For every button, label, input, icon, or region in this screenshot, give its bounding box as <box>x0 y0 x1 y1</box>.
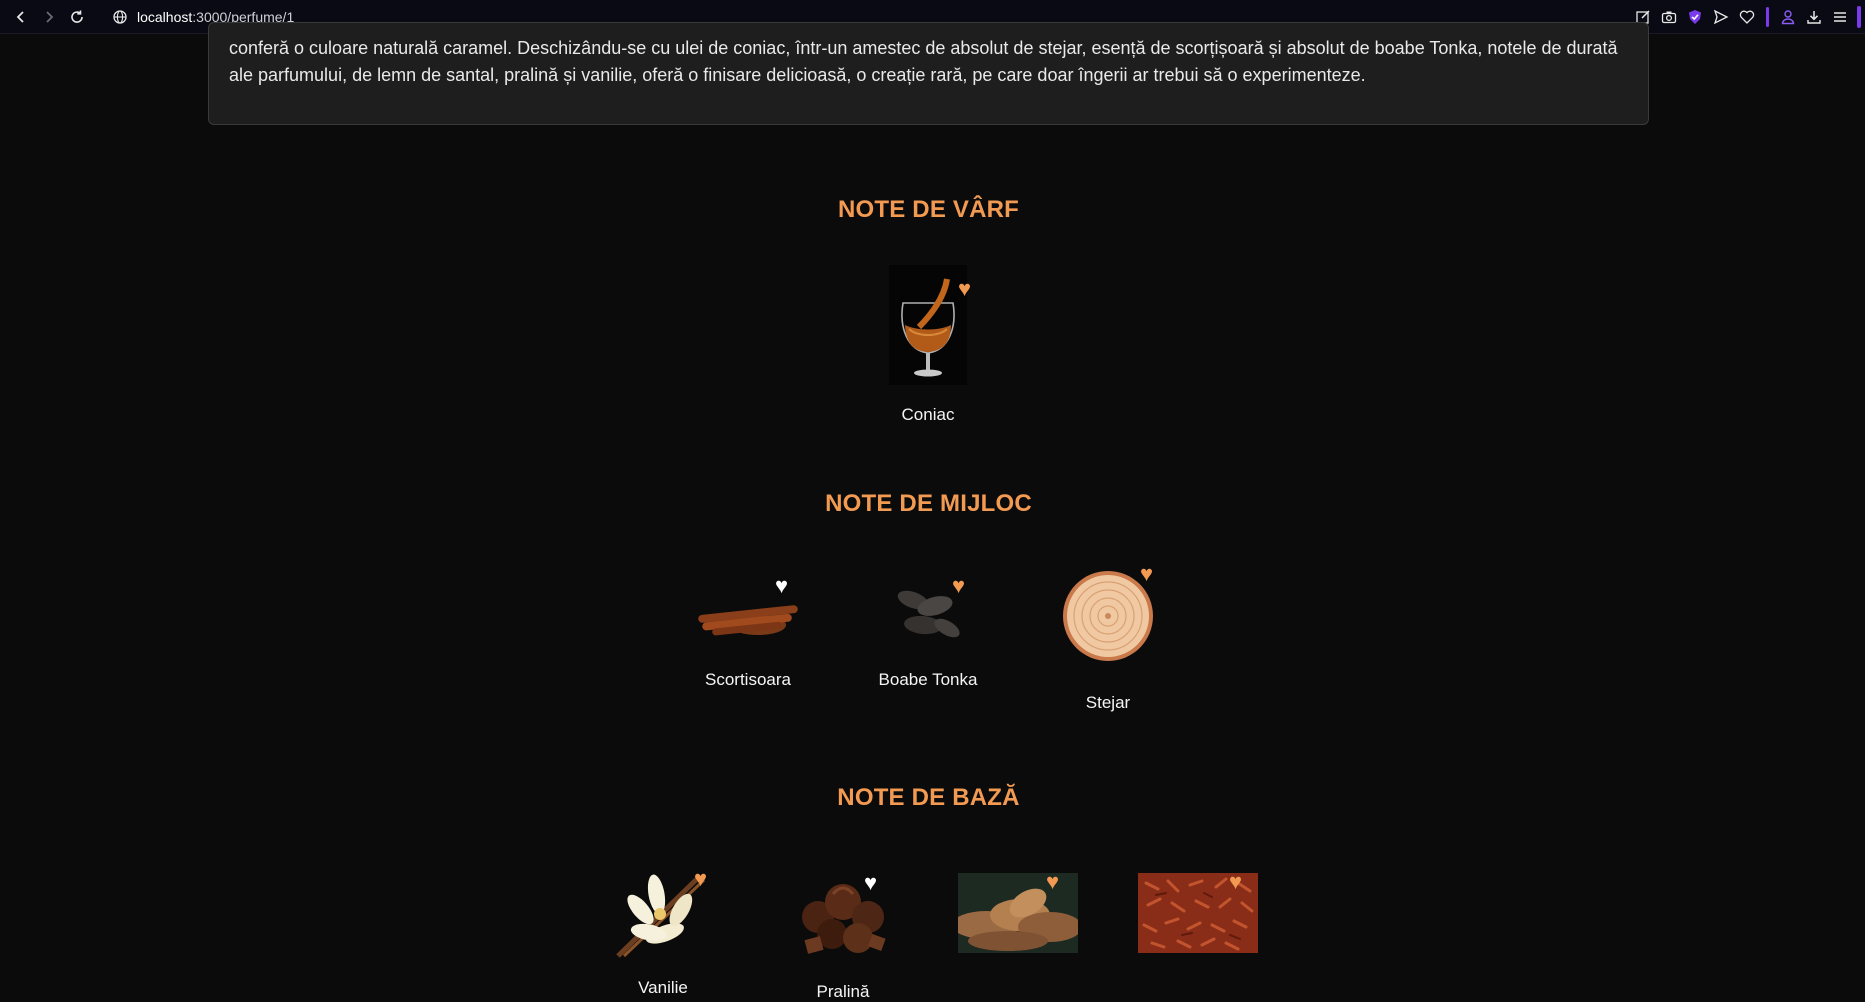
screenshot-button[interactable] <box>1656 4 1682 30</box>
description-line-2: ale parfumului, de lemn de santal, prali… <box>229 65 1366 85</box>
note-image-scortisoara: ♥ <box>688 570 808 650</box>
note-image-boabe-tonka: ♥ <box>883 570 973 650</box>
back-button[interactable] <box>8 4 34 30</box>
perfume-description-card: conferă o culoare naturală caramel. Desc… <box>208 22 1649 125</box>
note-image-coniac: ♥ <box>889 265 971 385</box>
note-label: Pralină <box>816 982 870 1001</box>
note-card-base-3[interactable]: ♥ <box>933 871 1103 973</box>
downloads-button[interactable] <box>1801 4 1827 30</box>
base-notes-title: NOTE DE BAZĂ <box>837 784 1020 811</box>
send-button[interactable] <box>1708 4 1734 30</box>
note-card-stejar[interactable]: ♥ Stejar <box>1023 563 1193 713</box>
forward-arrow-icon <box>46 10 54 23</box>
favorite-heart-icon[interactable]: ♥ <box>694 868 707 890</box>
favorite-heart-icon[interactable]: ♥ <box>952 575 965 597</box>
note-image-base-4: ♥ <box>1138 871 1258 953</box>
reload-icon <box>71 10 83 23</box>
vpn-button[interactable] <box>1682 4 1708 30</box>
profile-button[interactable] <box>1775 4 1801 30</box>
note-image-base-3: ♥ <box>952 871 1082 953</box>
note-card-base-4[interactable]: ♥ <box>1113 871 1283 973</box>
note-label: Coniac <box>901 405 955 424</box>
note-card-coniac[interactable]: ♥ Coniac <box>843 265 1013 425</box>
menu-icon <box>1834 12 1846 22</box>
note-card-boabe-tonka[interactable]: ♥ Boabe Tonka <box>843 570 1013 690</box>
note-image-praline: ♥ <box>788 862 898 962</box>
toolbar-actions <box>1630 0 1861 34</box>
note-label: Vanilie <box>638 978 688 997</box>
camera-icon <box>1661 11 1677 24</box>
cognac-glass-image <box>889 265 967 385</box>
favorite-heart-icon[interactable]: ♥ <box>1140 563 1153 585</box>
praline-chocolates-image <box>802 884 886 954</box>
favorite-heart-icon[interactable]: ♥ <box>1229 871 1242 893</box>
note-label: Stejar <box>1085 693 1131 712</box>
favorites-button[interactable] <box>1734 4 1760 30</box>
globe-icon <box>113 9 127 24</box>
note-label: Scortisoara <box>705 670 791 689</box>
toolbar-divider <box>1766 7 1769 27</box>
description-line-1: conferă o culoare naturală caramel. Desc… <box>229 38 1618 58</box>
note-card-scortisoara[interactable]: ♥ Scortisoara <box>663 570 833 690</box>
favorite-heart-icon[interactable]: ♥ <box>864 872 877 894</box>
note-label: Boabe Tonka <box>878 670 978 689</box>
favorite-heart-icon[interactable]: ♥ <box>958 278 971 300</box>
url-host: localhost <box>137 8 193 25</box>
note-card-vanilie[interactable]: ♥ Vanilie <box>578 866 748 998</box>
almonds-image <box>952 873 1082 953</box>
note-image-stejar: ♥ <box>1062 563 1154 662</box>
heart-outline-icon <box>1739 10 1755 24</box>
note-card-praline[interactable]: ♥ Pralină <box>758 862 928 1002</box>
top-notes-title: NOTE DE VÂRF <box>837 196 1020 223</box>
cinnamon-image <box>698 605 798 636</box>
note-image-vanilie: ♥ <box>608 866 718 958</box>
menu-button[interactable] <box>1827 4 1853 30</box>
favorite-heart-icon[interactable]: ♥ <box>1046 871 1059 893</box>
download-icon <box>1807 11 1821 24</box>
reload-button[interactable] <box>64 4 90 30</box>
favorite-heart-icon[interactable]: ♥ <box>775 575 788 597</box>
forward-button[interactable] <box>36 4 62 30</box>
back-arrow-icon <box>16 10 24 23</box>
sidebar-edge-indicator[interactable] <box>1857 6 1861 28</box>
shield-check-icon <box>1689 10 1701 24</box>
profile-icon <box>1781 10 1795 25</box>
send-icon <box>1713 9 1729 25</box>
middle-notes-title: NOTE DE MIJLOC <box>825 490 1032 517</box>
